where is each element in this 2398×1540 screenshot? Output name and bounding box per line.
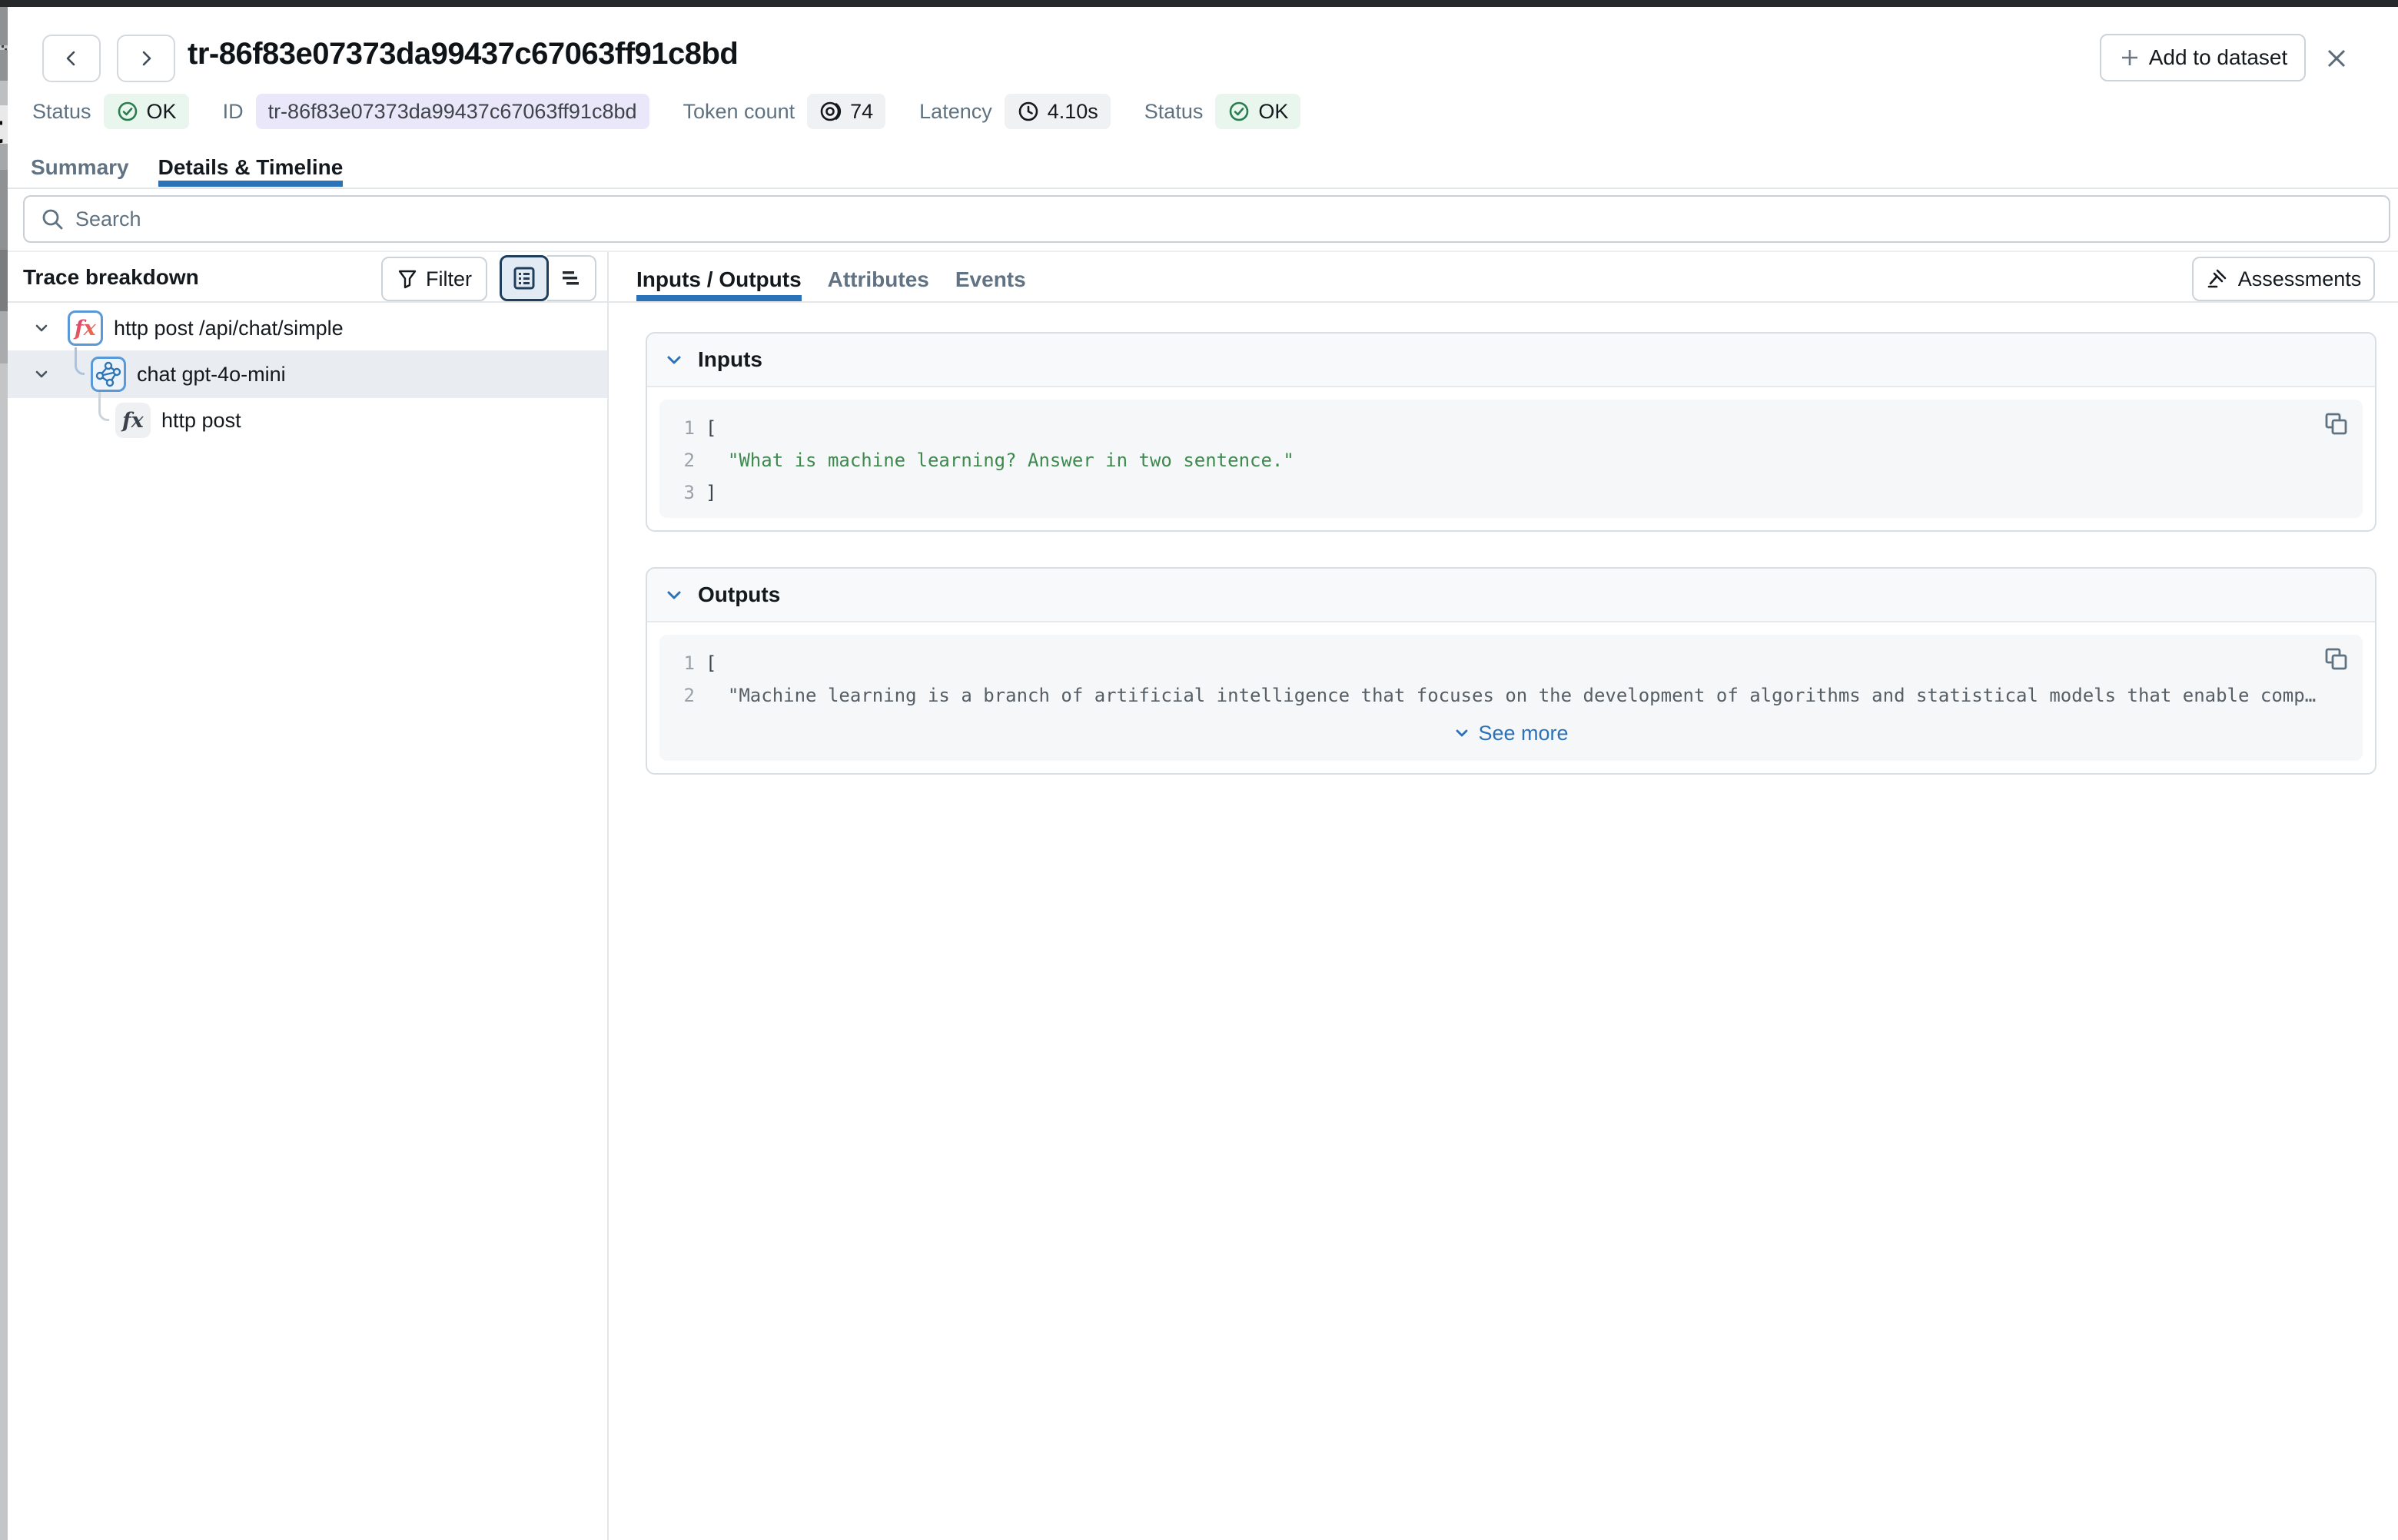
trace-meta-row: Status OK ID tr-86f83e07373da99437c67063… <box>32 92 1300 131</box>
code-text: "What is machine learning? Answer in two… <box>706 444 1294 476</box>
chevron-down-icon[interactable] <box>32 365 51 383</box>
assessments-button[interactable]: Assessments <box>2192 257 2375 301</box>
line-number: 3 <box>659 476 695 509</box>
browser-chrome-bar <box>0 0 2398 7</box>
tree-connector <box>75 347 85 375</box>
function-icon: fx <box>68 310 103 346</box>
tab-inputs-outputs[interactable]: Inputs / Outputs <box>636 258 802 301</box>
gantt-view-icon <box>558 265 584 291</box>
inputs-code-block: 1 [ 2 "What is machine learning? Answer i… <box>659 400 2363 518</box>
list-view-icon <box>511 265 537 291</box>
status2-value: OK <box>1258 100 1288 124</box>
tree-connector <box>98 392 109 421</box>
line-number: 2 <box>659 679 695 712</box>
filter-button[interactable]: Filter <box>381 257 487 301</box>
list-view-toggle-active[interactable] <box>500 255 549 301</box>
chevron-down-icon <box>1453 725 1470 742</box>
search-box[interactable] <box>23 195 2390 243</box>
divider <box>8 301 2398 303</box>
line-number: 1 <box>659 412 695 444</box>
token-count-label: Token count <box>683 100 795 124</box>
divider <box>8 188 2398 189</box>
chevron-down-icon <box>664 350 684 370</box>
status-badge: OK <box>104 94 189 129</box>
latency-badge: 4.10s <box>1005 94 1111 129</box>
copy-icon[interactable] <box>2323 646 2349 672</box>
outputs-title: Outputs <box>698 582 780 607</box>
code-text: [ <box>706 412 716 444</box>
assessments-label: Assessments <box>2238 267 2362 291</box>
line-number: 2 <box>659 444 695 476</box>
svg-text:fx: fx <box>73 317 97 340</box>
latency-value: 4.10s <box>1048 100 1098 124</box>
see-more-link[interactable]: See more <box>659 715 2363 752</box>
inputs-title: Inputs <box>698 347 762 372</box>
inputs-section-header[interactable]: Inputs <box>647 334 2375 387</box>
model-icon <box>91 357 126 392</box>
check-circle-icon <box>1227 100 1250 123</box>
add-to-dataset-button[interactable]: Add to dataset <box>2100 34 2306 81</box>
panel-divider <box>607 252 609 1540</box>
trace-breakdown-title: Trace breakdown <box>23 265 199 290</box>
chevron-down-icon <box>664 585 684 605</box>
tree-view-toggle <box>500 255 596 301</box>
code-text: ] <box>706 476 716 509</box>
background-page-sliver: t <box>0 7 8 1540</box>
span-label: http post /api/chat/simple <box>114 317 344 340</box>
code-text: [ <box>706 647 716 679</box>
status2-label: Status <box>1144 100 1204 124</box>
status2-badge: OK <box>1215 94 1300 129</box>
background-dots <box>2 45 4 48</box>
trace-title: tr-86f83e07373da99437c67063ff91c8bd <box>188 37 738 71</box>
code-text: "Machine learning is a branch of artific… <box>706 679 2316 712</box>
timeline-view-toggle[interactable] <box>547 255 596 301</box>
tab-details-timeline[interactable]: Details & Timeline <box>158 148 344 188</box>
clock-icon <box>1017 100 1040 123</box>
latency-label: Latency <box>919 100 992 124</box>
search-input[interactable] <box>75 207 2373 231</box>
line-number: 1 <box>659 647 695 679</box>
outputs-section: Outputs 1 [ 2 "Machine learning is a bran… <box>646 567 2376 775</box>
plus-icon <box>2118 46 2141 69</box>
detail-tabs: Inputs / Outputs Attributes Events <box>636 258 1026 301</box>
check-circle-icon <box>116 100 139 123</box>
id-label: ID <box>223 100 244 124</box>
token-count-value: 74 <box>850 100 873 124</box>
trace-detail-screen: t tr-86f83e07373da99437c67063ff91c8bd Ad… <box>0 0 2398 1540</box>
inputs-section: Inputs 1 [ 2 "What is machine learning? A… <box>646 332 2376 532</box>
previous-trace-button[interactable] <box>42 35 101 82</box>
close-icon <box>2323 45 2350 72</box>
outputs-section-header[interactable]: Outputs <box>647 569 2375 622</box>
search-icon <box>40 207 65 231</box>
filter-funnel-icon <box>397 268 418 290</box>
token-count-badge: 74 <box>807 94 885 129</box>
token-icon <box>819 100 842 123</box>
status-value: OK <box>147 100 177 124</box>
tab-summary[interactable]: Summary <box>31 148 129 188</box>
chevron-right-icon <box>136 48 156 68</box>
add-to-dataset-label: Add to dataset <box>2149 45 2288 70</box>
span-label: chat gpt-4o-mini <box>137 363 286 387</box>
close-drawer-button[interactable] <box>2318 40 2355 77</box>
copy-icon[interactable] <box>2323 410 2349 436</box>
see-more-label: See more <box>1478 717 1568 749</box>
tab-attributes[interactable]: Attributes <box>828 258 929 301</box>
divider <box>8 251 2398 252</box>
page-tabs: Summary Details & Timeline <box>31 148 343 188</box>
span-label: http post <box>161 409 241 433</box>
status-label: Status <box>32 100 91 124</box>
svg-text:fx: fx <box>121 409 144 433</box>
span-row-http-post-api[interactable]: fx http post /api/chat/simple <box>8 306 607 350</box>
filter-label: Filter <box>426 267 472 291</box>
next-trace-button[interactable] <box>117 35 175 82</box>
chevron-left-icon <box>61 48 81 68</box>
gavel-icon <box>2206 267 2229 290</box>
outputs-code-block: 1 [ 2 "Machine learning is a branch of ar… <box>659 635 2363 761</box>
trace-id-chip[interactable]: tr-86f83e07373da99437c67063ff91c8bd <box>256 94 649 129</box>
tab-events[interactable]: Events <box>955 258 1026 301</box>
span-row-chat-gpt4o-mini-selected[interactable]: chat gpt-4o-mini <box>8 350 607 398</box>
chevron-down-icon[interactable] <box>32 319 51 337</box>
span-row-http-post[interactable]: fx http post <box>8 398 607 443</box>
function-icon: fx <box>115 403 151 438</box>
